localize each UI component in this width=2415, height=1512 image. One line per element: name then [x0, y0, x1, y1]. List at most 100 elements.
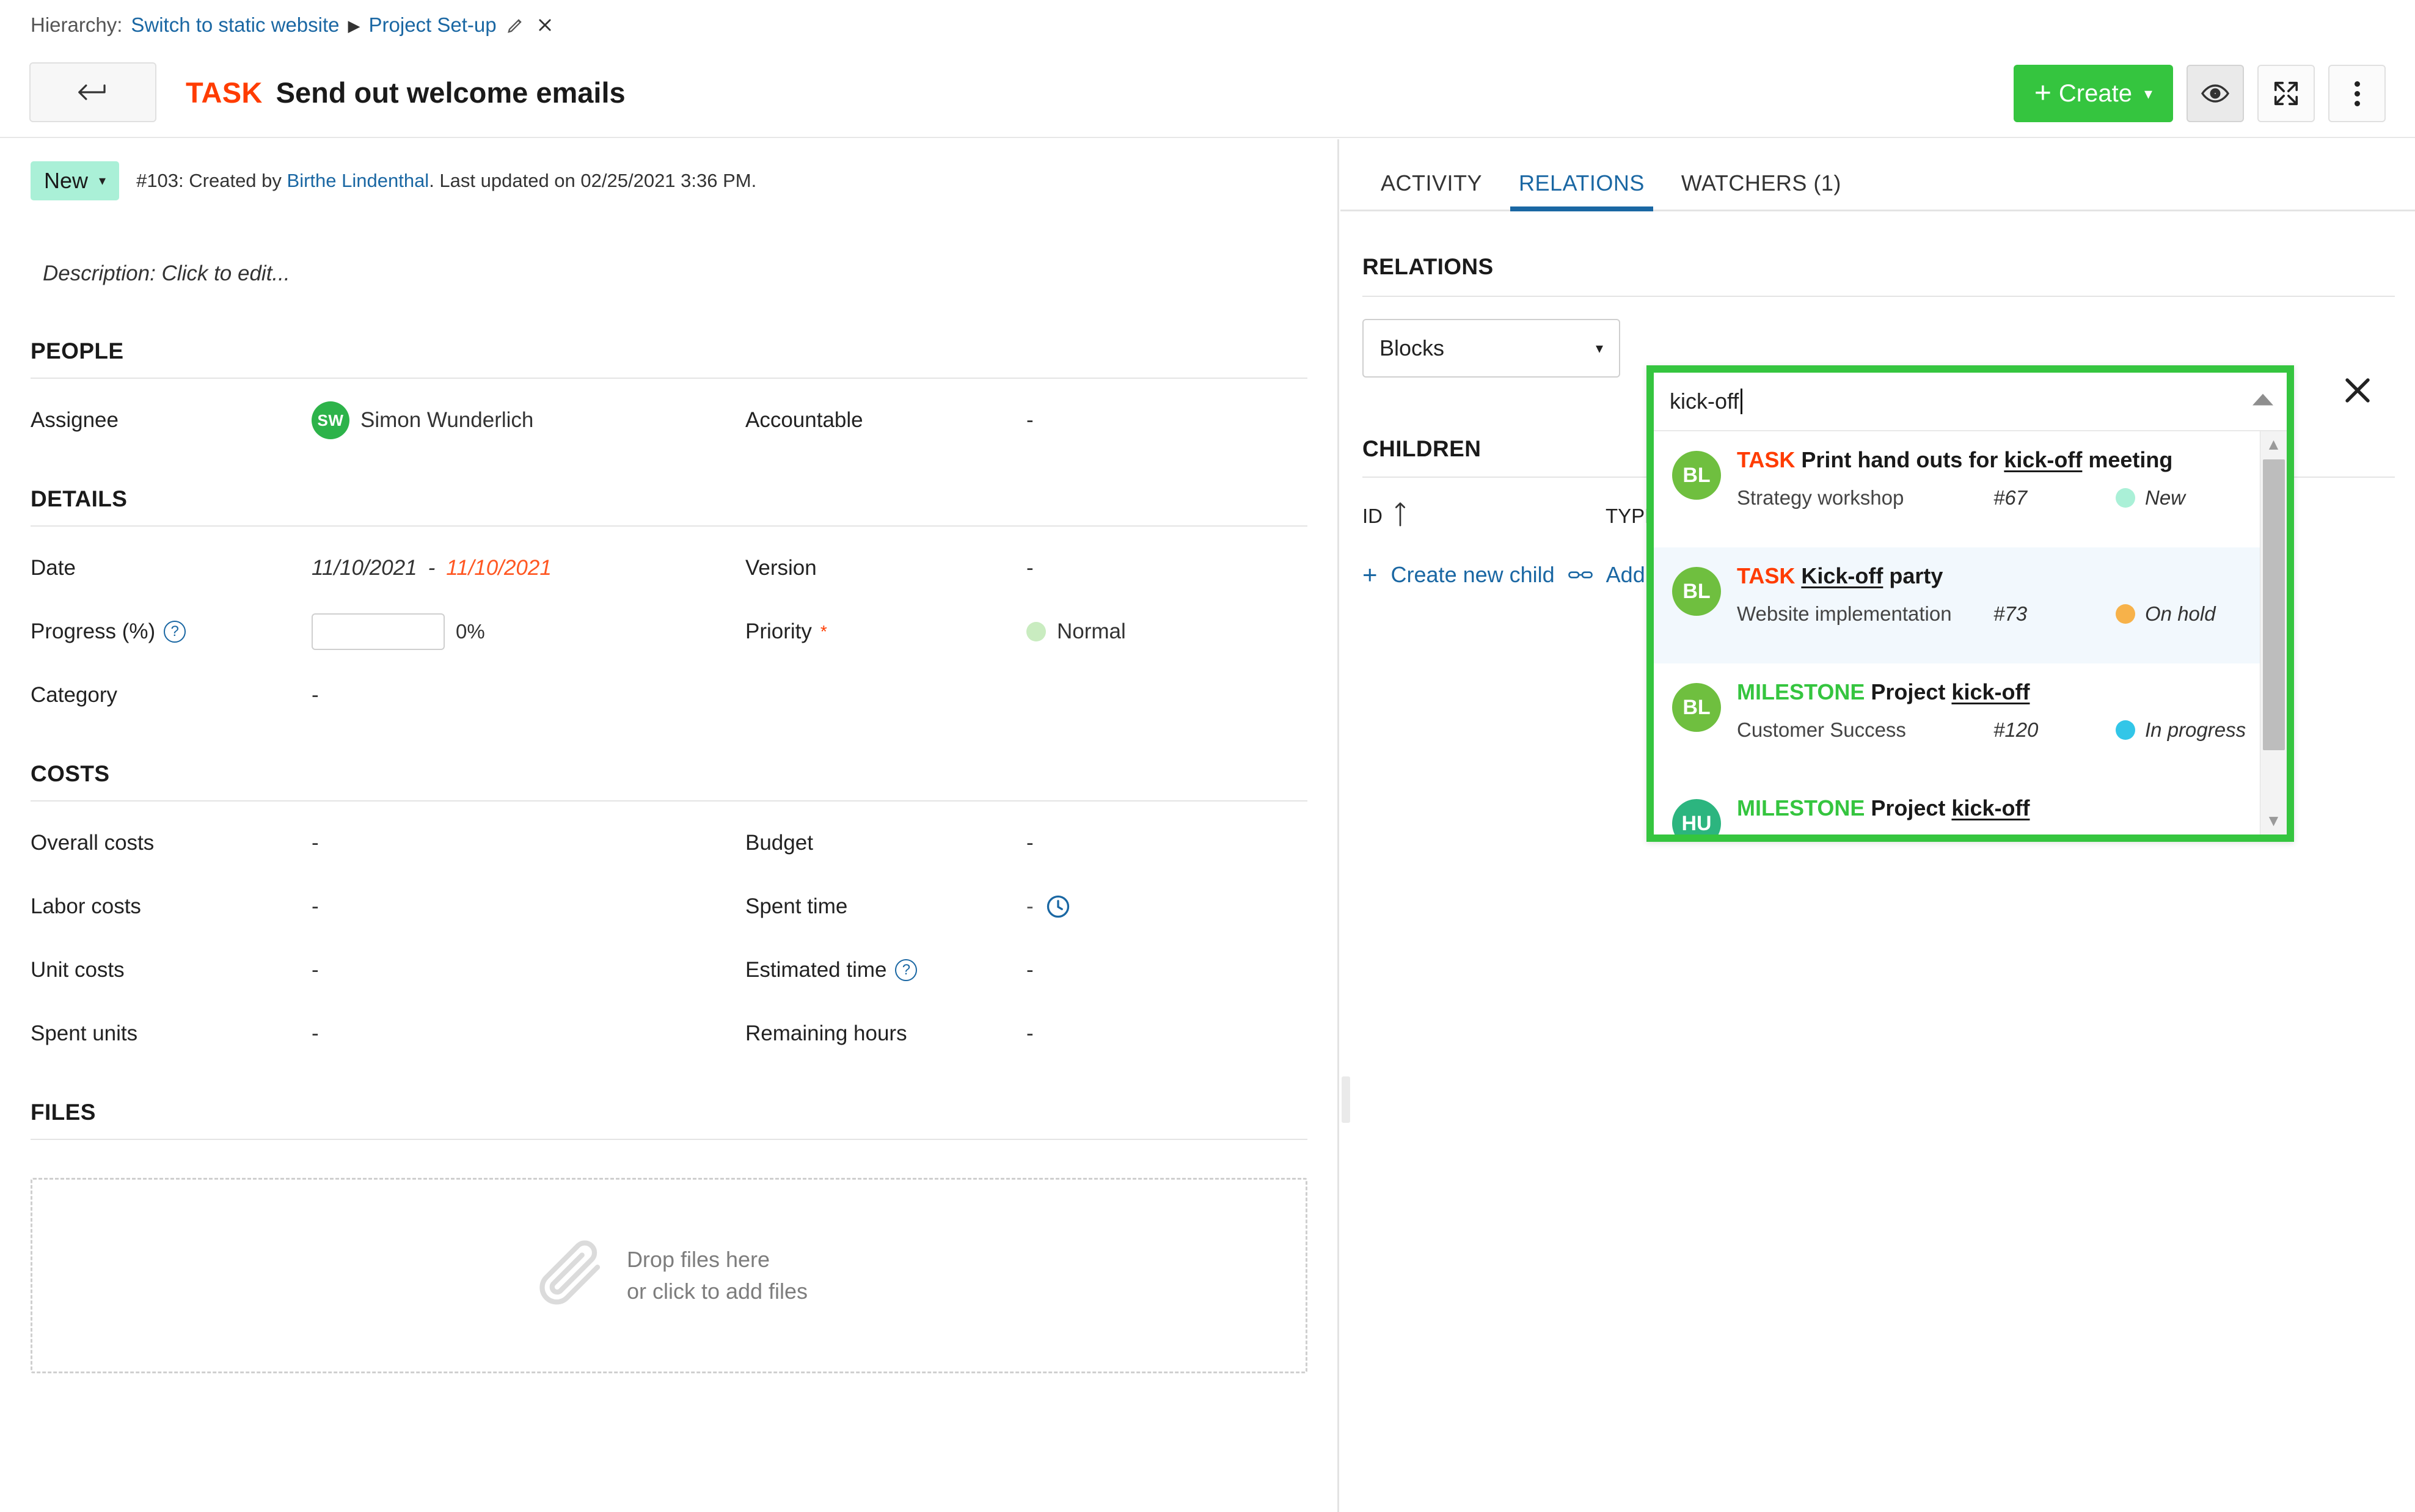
breadcrumb-current-link[interactable]: Project Set-up	[369, 13, 497, 37]
assignee-name: Simon Wunderlich	[360, 408, 534, 432]
result-title: TASK Kick-off party	[1737, 563, 1943, 588]
field-value[interactable]: -	[1026, 831, 1034, 855]
field-label: Spent time	[745, 894, 848, 918]
plus-icon: +	[2034, 77, 2051, 109]
children-col-id[interactable]: ID	[1362, 501, 1595, 531]
close-icon	[2345, 378, 2370, 403]
list-item[interactable]: HU MILESTONE Project kick-off	[1654, 780, 2287, 835]
children-col-id-label: ID	[1362, 505, 1383, 527]
field-value[interactable]: -	[1026, 1021, 1034, 1046]
pencil-icon[interactable]	[505, 15, 526, 35]
meta-prefix: #103: Created by	[136, 170, 287, 191]
divider	[31, 800, 1307, 802]
field-value[interactable]: -	[312, 958, 319, 982]
field-value[interactable]: 11/10/2021 - 11/10/2021	[312, 556, 552, 580]
field-accountable: Accountable -	[745, 389, 1307, 452]
breadcrumb-root-link[interactable]: Switch to static website	[131, 13, 339, 37]
field-value[interactable]: -	[1026, 556, 1034, 580]
more-vertical-icon	[2354, 81, 2360, 106]
scroll-down-icon[interactable]: ▼	[2260, 808, 2287, 833]
relation-search-row[interactable]: kick-off	[1654, 373, 2287, 431]
breadcrumb-separator-icon: ▶	[348, 16, 360, 35]
work-package-subject: Send out welcome emails	[276, 76, 626, 109]
priority-value: Normal	[1057, 619, 1126, 643]
description-field[interactable]: Description: Click to edit...	[43, 261, 1338, 286]
field-value[interactable]: 0%	[312, 613, 485, 650]
field-value[interactable]: -	[1026, 893, 1072, 920]
list-item[interactable]: BL TASK Kick-off party Website implement…	[1654, 547, 2287, 663]
field-spacer	[745, 663, 1307, 727]
field-assignee: Assignee SW Simon Wunderlich	[31, 389, 745, 452]
relation-search-input[interactable]: kick-off	[1670, 389, 2241, 414]
list-item[interactable]: BL TASK Print hand outs for kick-off mee…	[1654, 431, 2287, 547]
relation-results-list[interactable]: BL TASK Print hand outs for kick-off mee…	[1654, 431, 2287, 835]
create-button[interactable]: + Create ▾	[2013, 65, 2173, 122]
progress-bar[interactable]	[312, 613, 445, 650]
close-icon[interactable]	[535, 15, 555, 35]
file-dropzone[interactable]: Drop files here or click to add files	[31, 1178, 1307, 1373]
dropzone-line2: or click to add files	[626, 1279, 808, 1304]
pane-divider	[1337, 139, 1339, 1512]
field-value[interactable]: Normal	[1026, 619, 1126, 644]
fullscreen-button[interactable]	[2257, 65, 2315, 122]
avatar: SW	[312, 401, 349, 439]
tab-activity[interactable]: ACTIVITY	[1362, 170, 1500, 210]
clock-icon[interactable]	[1045, 893, 1072, 920]
sort-ascending-icon[interactable]	[1392, 501, 1408, 531]
work-package-details-pane: New ▾ #103: Created by Birthe Lindenthal…	[0, 139, 1338, 1512]
meta-suffix: . Last updated on 02/25/2021 3:36 PM.	[429, 170, 757, 191]
field-budget: Budget -	[745, 811, 1307, 875]
chevron-up-icon[interactable]	[2241, 392, 2273, 411]
field-value[interactable]: -	[1026, 958, 1034, 982]
status-badge[interactable]: New ▾	[31, 161, 120, 200]
field-value[interactable]: -	[312, 683, 319, 707]
field-label: Estimated time ?	[745, 958, 1026, 982]
author-link[interactable]: Birthe Lindenthal	[287, 170, 429, 191]
field-value[interactable]: -	[312, 831, 319, 855]
field-label: Remaining hours	[745, 1021, 907, 1045]
result-meta: Strategy workshop #67 New	[1737, 486, 2266, 509]
back-button[interactable]	[29, 62, 156, 122]
dropzone-text: Drop files here or click to add files	[627, 1244, 808, 1307]
field-value[interactable]: -	[312, 894, 319, 919]
watch-button[interactable]	[2187, 65, 2244, 122]
field-version: Version -	[745, 536, 1307, 600]
results-scrollbar[interactable]: ▲ ▼	[2260, 431, 2287, 835]
result-id: #73	[1993, 602, 2028, 625]
costs-section-title: COSTS	[31, 761, 110, 786]
progress-label-text: Progress (%)	[31, 619, 156, 643]
status-row: New ▾ #103: Created by Birthe Lindenthal…	[0, 139, 1338, 200]
create-new-child-link[interactable]: Create new child	[1391, 562, 1555, 588]
result-subject-pre: Print hand outs for	[1801, 447, 2004, 472]
result-status-label: New	[2145, 486, 2186, 509]
field-value[interactable]: -	[1026, 408, 1034, 433]
scrollbar-thumb[interactable]	[2263, 459, 2285, 750]
tab-bar: ACTIVITY RELATIONS WATCHERS (1)	[1340, 139, 2415, 211]
relation-type-select[interactable]: Blocks ▾	[1362, 319, 1620, 378]
link-icon	[1568, 567, 1593, 583]
page-header: TASK Send out welcome emails + Create ▾	[0, 48, 2415, 138]
result-subject-match: kick-off	[1951, 679, 2030, 704]
scroll-up-icon[interactable]: ▲	[2260, 431, 2287, 457]
tab-relations[interactable]: RELATIONS	[1500, 170, 1663, 211]
help-icon[interactable]: ?	[164, 621, 186, 643]
work-package-meta: #103: Created by Birthe Lindenthal. Last…	[136, 170, 756, 192]
close-autocompleter-button[interactable]	[2339, 371, 2377, 409]
field-value[interactable]: SW Simon Wunderlich	[312, 401, 533, 439]
list-item[interactable]: BL MILESTONE Project kick-off Customer S…	[1654, 663, 2287, 780]
more-menu-button[interactable]	[2328, 65, 2386, 122]
tab-watchers[interactable]: WATCHERS (1)	[1663, 170, 1860, 210]
result-status: New	[2116, 486, 2185, 509]
result-project: Customer Success	[1737, 718, 1906, 741]
work-package-type: TASK	[186, 76, 263, 109]
divider	[1362, 296, 2395, 297]
spent-time-value: -	[1026, 894, 1034, 918]
date-dash: -	[428, 556, 436, 580]
help-icon[interactable]: ?	[895, 959, 918, 981]
people-section-title: PEOPLE	[31, 338, 124, 363]
field-overall-costs: Overall costs -	[31, 811, 745, 875]
field-value[interactable]: -	[312, 1021, 319, 1046]
result-meta: Website implementation #73 On hold	[1737, 602, 2266, 626]
result-subject-pre: Project	[1871, 795, 1952, 820]
result-project: Website implementation	[1737, 602, 1952, 625]
